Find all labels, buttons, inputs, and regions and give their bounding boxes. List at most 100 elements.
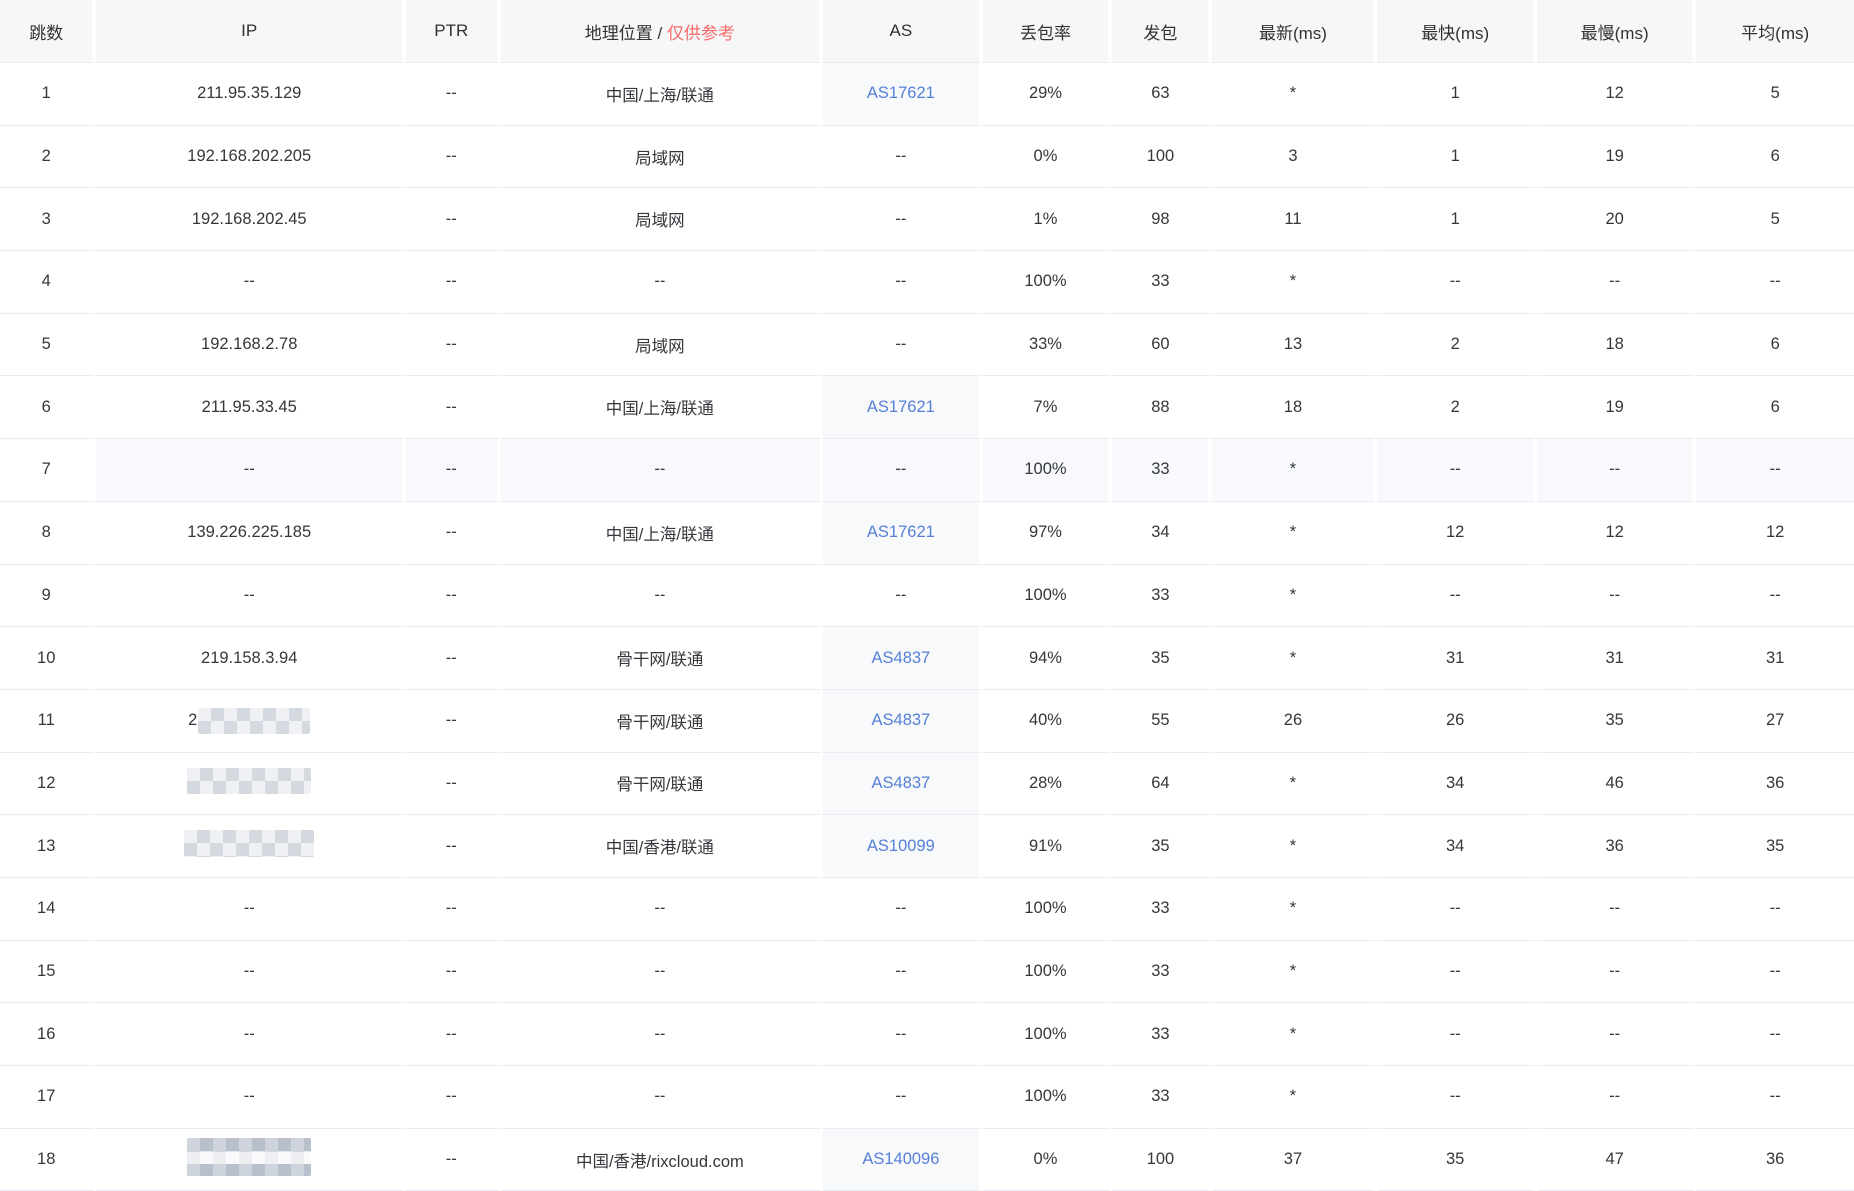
geo-cell: --	[500, 251, 824, 314]
as-cell: AS10099	[823, 815, 983, 878]
slowest-cell: 31	[1536, 627, 1697, 690]
slowest-cell: 18	[1536, 313, 1697, 377]
as-link[interactable]: AS17621	[867, 398, 935, 416]
fastest-cell: 34	[1377, 752, 1537, 816]
ptr-cell: --	[406, 313, 501, 377]
hop-cell: 18	[0, 1128, 97, 1191]
hop-cell: 2	[0, 125, 97, 189]
avg-cell: 6	[1696, 313, 1854, 377]
loss-cell: 100%	[982, 439, 1113, 502]
latest-cell: *	[1212, 251, 1378, 314]
hop-cell: 13	[0, 815, 97, 878]
geo-cell: 局域网	[500, 125, 824, 189]
hop-cell: 12	[0, 752, 97, 816]
geo-cell: 骨干网/联通	[500, 627, 824, 690]
loss-cell: 0%	[982, 1128, 1113, 1191]
fastest-cell: 34	[1377, 815, 1537, 878]
ip-cell: 192.168.2.78	[96, 313, 407, 377]
fastest-cell: 31	[1377, 627, 1537, 690]
as-cell: AS140096	[823, 1128, 983, 1191]
fastest-cell: --	[1377, 439, 1537, 502]
masked-ip-mosaic	[184, 830, 315, 858]
ip-cell: --	[96, 564, 407, 628]
table-row: 1 211.95.35.129 -- 中国/上海/联通 AS17621 29% …	[0, 63, 1854, 126]
sent-cell: 100	[1112, 125, 1213, 189]
fastest-cell: 2	[1377, 376, 1537, 440]
col-header-geo: 地理位置 / 仅供参考	[500, 0, 824, 63]
as-link[interactable]: AS4837	[872, 774, 931, 792]
as-link[interactable]: AS4837	[872, 711, 931, 729]
latest-cell: *	[1212, 752, 1378, 816]
slowest-cell: 20	[1536, 188, 1697, 252]
col-header-as: AS	[823, 0, 983, 63]
as-link[interactable]: AS17621	[867, 523, 935, 541]
latest-cell: 11	[1212, 188, 1378, 252]
table-row: 3 192.168.202.45 -- 局域网 -- 1% 98 11 1 20…	[0, 188, 1854, 252]
as-link[interactable]: AS140096	[862, 1150, 939, 1168]
table-row: 17 -- -- -- -- 100% 33 * -- -- --	[0, 1066, 1854, 1129]
as-cell: --	[823, 564, 983, 628]
sent-cell: 35	[1112, 815, 1213, 878]
as-cell: --	[823, 313, 983, 377]
sent-cell: 33	[1112, 1066, 1213, 1129]
geo-cell: 骨干网/联通	[500, 752, 824, 816]
ptr-cell: --	[406, 1066, 501, 1129]
latest-cell: 26	[1212, 689, 1378, 753]
masked-ip-mosaic	[187, 1138, 312, 1177]
ip-cell: 192.168.202.45	[96, 188, 407, 252]
ptr-cell: --	[406, 63, 501, 126]
geo-label: 地理位置 /	[584, 23, 667, 43]
avg-cell: 6	[1696, 376, 1854, 440]
geo-cell: 局域网	[500, 188, 824, 252]
col-header-ptr: PTR	[406, 0, 501, 63]
ptr-cell: --	[406, 940, 501, 1004]
ip-cell: --	[96, 251, 407, 314]
loss-cell: 100%	[982, 1066, 1113, 1129]
table-row: 4 -- -- -- -- 100% 33 * -- -- --	[0, 251, 1854, 314]
loss-cell: 94%	[982, 627, 1113, 690]
col-header-hop: 跳数	[0, 0, 97, 63]
as-cell: AS17621	[823, 376, 983, 440]
masked-ip-mosaic	[187, 767, 312, 794]
ip-cell: 192.168.202.205	[96, 125, 407, 189]
fastest-cell: 26	[1377, 689, 1537, 753]
latest-cell: *	[1212, 1003, 1378, 1066]
ptr-cell: --	[406, 627, 501, 690]
latest-cell: *	[1212, 564, 1378, 628]
slowest-cell: 19	[1536, 376, 1697, 440]
avg-cell: 5	[1696, 63, 1854, 126]
ptr-cell: --	[406, 877, 501, 941]
ptr-cell: --	[406, 689, 501, 753]
hop-cell: 3	[0, 188, 97, 252]
slowest-cell: --	[1536, 1066, 1697, 1129]
avg-cell: --	[1696, 940, 1854, 1004]
sent-cell: 98	[1112, 188, 1213, 252]
as-link[interactable]: AS17621	[867, 84, 935, 102]
sent-cell: 63	[1112, 63, 1213, 126]
as-cell: AS4837	[823, 689, 983, 753]
table-row: 9 -- -- -- -- 100% 33 * -- -- --	[0, 564, 1854, 628]
col-header-sent: 发包	[1112, 0, 1213, 63]
avg-cell: 5	[1696, 188, 1854, 252]
ip-cell: --	[96, 1066, 407, 1129]
fastest-cell: --	[1377, 940, 1537, 1004]
ptr-cell: --	[406, 752, 501, 816]
loss-cell: 28%	[982, 752, 1113, 816]
latest-cell: 13	[1212, 313, 1378, 377]
sent-cell: 34	[1112, 501, 1213, 565]
hop-cell: 16	[0, 1003, 97, 1066]
ip-prefix: 2	[188, 711, 198, 730]
geo-cell: 中国/上海/联通	[500, 501, 824, 565]
ip-cell	[96, 1128, 407, 1191]
ptr-cell: --	[406, 125, 501, 189]
as-link[interactable]: AS4837	[872, 649, 931, 667]
as-cell: --	[823, 940, 983, 1004]
avg-cell: --	[1696, 1066, 1854, 1129]
loss-cell: 91%	[982, 815, 1113, 878]
hop-cell: 8	[0, 501, 97, 565]
sent-cell: 88	[1112, 376, 1213, 440]
as-link[interactable]: AS10099	[867, 837, 935, 855]
fastest-cell: 1	[1377, 63, 1537, 126]
fastest-cell: 35	[1377, 1128, 1537, 1191]
avg-cell: 6	[1696, 125, 1854, 189]
